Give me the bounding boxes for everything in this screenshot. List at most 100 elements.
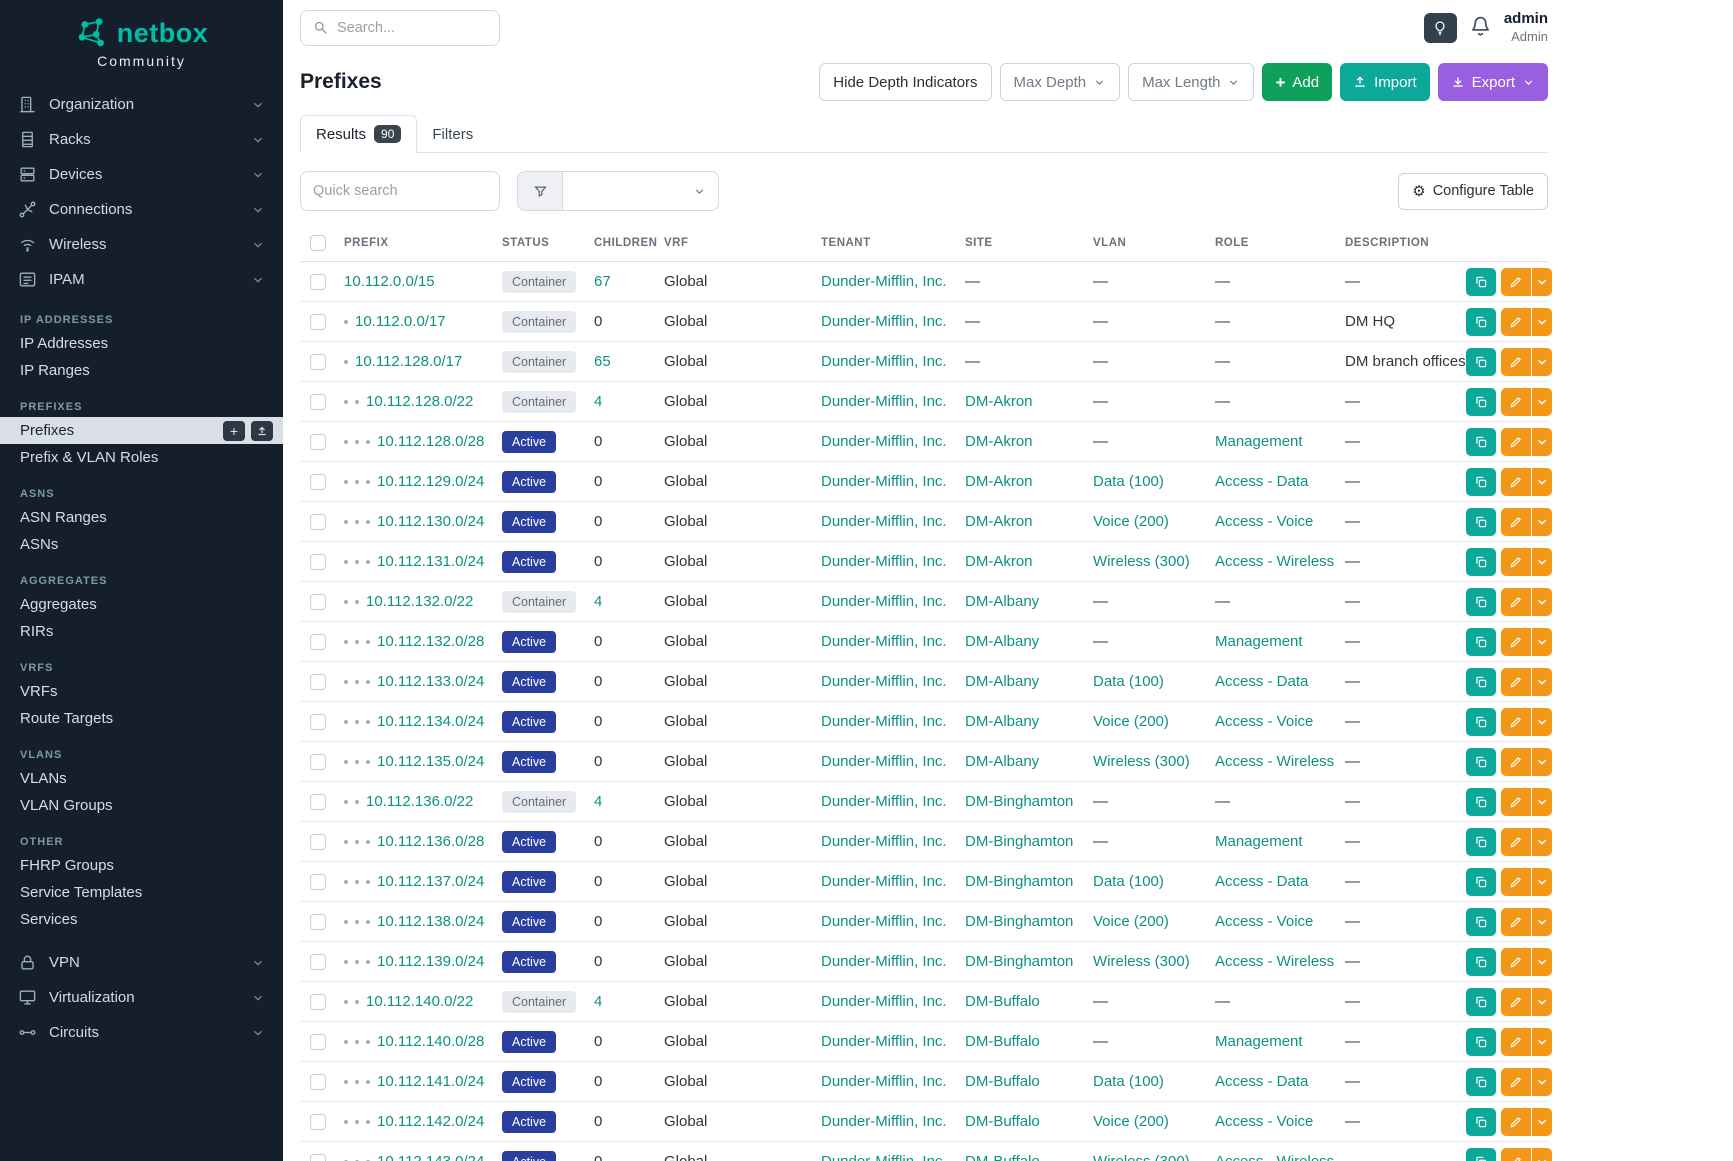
copy-button[interactable] (1466, 828, 1496, 856)
row-checkbox[interactable] (310, 1114, 326, 1130)
sidebar-item-services[interactable]: Services (0, 906, 283, 933)
edit-button[interactable] (1501, 548, 1531, 576)
edit-dropdown-button[interactable] (1532, 1148, 1552, 1161)
prefix-link[interactable]: 10.112.128.0/28 (377, 433, 484, 450)
prefix-link[interactable]: 10.112.128.0/22 (366, 393, 473, 410)
row-checkbox[interactable] (310, 514, 326, 530)
copy-button[interactable] (1466, 268, 1496, 296)
tenant-link[interactable]: Dunder-Mifflin, Inc. (821, 913, 947, 930)
row-checkbox[interactable] (310, 994, 326, 1010)
copy-button[interactable] (1466, 348, 1496, 376)
prefix-link[interactable]: 10.112.135.0/24 (377, 753, 484, 770)
children-count[interactable]: 4 (594, 593, 602, 610)
notifications-button[interactable] (1470, 15, 1491, 41)
role-link[interactable]: Access - Wireless (1215, 1153, 1334, 1161)
configure-table-button[interactable]: ⚙ Configure Table (1398, 173, 1548, 210)
tenant-link[interactable]: Dunder-Mifflin, Inc. (821, 833, 947, 850)
vlan-link[interactable]: Wireless (300) (1093, 553, 1190, 570)
tenant-link[interactable]: Dunder-Mifflin, Inc. (821, 433, 947, 450)
site-link[interactable]: DM-Akron (965, 553, 1033, 570)
edit-dropdown-button[interactable] (1532, 868, 1552, 896)
edit-dropdown-button[interactable] (1532, 748, 1552, 776)
sidebar-item-vpn[interactable]: VPN (0, 945, 283, 980)
edit-button[interactable] (1501, 708, 1531, 736)
sidebar-item-racks[interactable]: Racks (0, 122, 283, 157)
site-link[interactable]: DM-Buffalo (965, 993, 1040, 1010)
sidebar-item-vrfs[interactable]: VRFs (0, 678, 283, 705)
prefix-link[interactable]: 10.112.139.0/24 (377, 953, 484, 970)
site-link[interactable]: DM-Binghamton (965, 953, 1073, 970)
prefix-link[interactable]: 10.112.140.0/28 (377, 1033, 484, 1050)
sidebar-item-service-templates[interactable]: Service Templates (0, 879, 283, 906)
row-checkbox[interactable] (310, 834, 326, 850)
prefix-link[interactable]: 10.112.137.0/24 (377, 873, 484, 890)
global-search-input[interactable] (337, 20, 477, 36)
sidebar-item-prefixes[interactable]: Prefixes + (0, 417, 283, 444)
role-link[interactable]: Access - Data (1215, 473, 1308, 490)
sidebar-item-devices[interactable]: Devices (0, 157, 283, 192)
copy-button[interactable] (1466, 588, 1496, 616)
children-count[interactable]: 65 (594, 353, 611, 370)
sidebar-item-connections[interactable]: Connections (0, 192, 283, 227)
tenant-link[interactable]: Dunder-Mifflin, Inc. (821, 353, 947, 370)
quick-import-prefix-button[interactable] (251, 421, 273, 441)
filter-button[interactable] (517, 171, 563, 211)
tab-results[interactable]: Results 90 (300, 115, 417, 153)
tenant-link[interactable]: Dunder-Mifflin, Inc. (821, 593, 947, 610)
role-link[interactable]: Access - Voice (1215, 713, 1313, 730)
prefix-link[interactable]: 10.112.142.0/24 (377, 1113, 484, 1130)
edit-button[interactable] (1501, 788, 1531, 816)
children-count[interactable]: 4 (594, 393, 602, 410)
row-checkbox[interactable] (310, 314, 326, 330)
tenant-link[interactable]: Dunder-Mifflin, Inc. (821, 1033, 947, 1050)
prefix-link[interactable]: 10.112.136.0/28 (377, 833, 484, 850)
edit-dropdown-button[interactable] (1532, 588, 1552, 616)
edit-dropdown-button[interactable] (1532, 268, 1552, 296)
children-count[interactable]: 4 (594, 993, 602, 1010)
tenant-link[interactable]: Dunder-Mifflin, Inc. (821, 1073, 947, 1090)
role-link[interactable]: Access - Data (1215, 673, 1308, 690)
sidebar-item-ip-ranges[interactable]: IP Ranges (0, 357, 283, 384)
role-link[interactable]: Access - Wireless (1215, 953, 1334, 970)
sidebar-item-circuits[interactable]: Circuits (0, 1015, 283, 1050)
prefix-link[interactable]: 10.112.128.0/17 (355, 353, 462, 370)
tenant-link[interactable]: Dunder-Mifflin, Inc. (821, 1113, 947, 1130)
tenant-link[interactable]: Dunder-Mifflin, Inc. (821, 633, 947, 650)
tenant-link[interactable]: Dunder-Mifflin, Inc. (821, 393, 947, 410)
copy-button[interactable] (1466, 1108, 1496, 1136)
site-link[interactable]: DM-Binghamton (965, 833, 1073, 850)
role-link[interactable]: Access - Wireless (1215, 753, 1334, 770)
edit-dropdown-button[interactable] (1532, 468, 1552, 496)
row-checkbox[interactable] (310, 1074, 326, 1090)
copy-button[interactable] (1466, 748, 1496, 776)
tenant-link[interactable]: Dunder-Mifflin, Inc. (821, 993, 947, 1010)
hide-depth-indicators-button[interactable]: Hide Depth Indicators (819, 63, 991, 101)
column-header-status[interactable]: STATUS (492, 223, 584, 262)
saved-filter-select[interactable] (563, 171, 719, 211)
site-link[interactable]: DM-Akron (965, 513, 1033, 530)
prefix-link[interactable]: 10.112.141.0/24 (377, 1073, 484, 1090)
children-count[interactable]: 4 (594, 793, 602, 810)
site-link[interactable]: DM-Akron (965, 433, 1033, 450)
vlan-link[interactable]: Data (100) (1093, 673, 1164, 690)
column-header-vrf[interactable]: VRF (654, 223, 811, 262)
vlan-link[interactable]: Wireless (300) (1093, 953, 1190, 970)
edit-button[interactable] (1501, 868, 1531, 896)
vlan-link[interactable]: Voice (200) (1093, 713, 1169, 730)
copy-button[interactable] (1466, 428, 1496, 456)
row-checkbox[interactable] (310, 954, 326, 970)
copy-button[interactable] (1466, 868, 1496, 896)
copy-button[interactable] (1466, 988, 1496, 1016)
row-checkbox[interactable] (310, 394, 326, 410)
sidebar-item-vlans[interactable]: VLANs (0, 765, 283, 792)
copy-button[interactable] (1466, 308, 1496, 336)
theme-toggle-button[interactable] (1424, 13, 1457, 43)
row-checkbox[interactable] (310, 594, 326, 610)
edit-button[interactable] (1501, 1148, 1531, 1161)
edit-dropdown-button[interactable] (1532, 1028, 1552, 1056)
copy-button[interactable] (1466, 708, 1496, 736)
copy-button[interactable] (1466, 388, 1496, 416)
sidebar-item-rirs[interactable]: RIRs (0, 618, 283, 645)
edit-button[interactable] (1501, 988, 1531, 1016)
quick-search-input[interactable] (300, 171, 500, 211)
